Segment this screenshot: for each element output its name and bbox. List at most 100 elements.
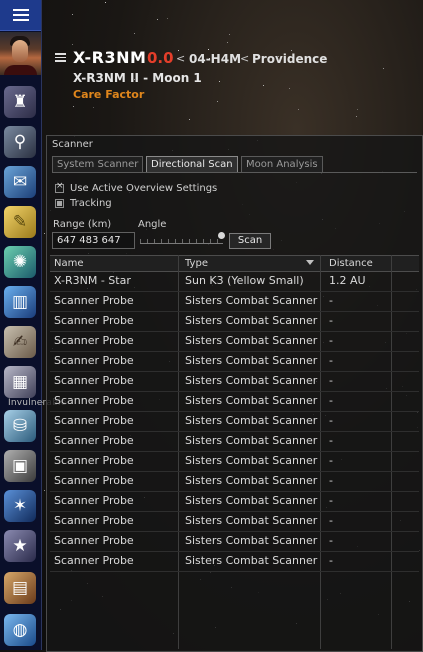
contracts-icon[interactable]: ✍ — [4, 326, 36, 358]
slider-tick — [217, 239, 218, 243]
table-row[interactable]: Scanner Probe Sisters Combat Scanner - — [50, 331, 419, 352]
column-header-name[interactable]: Name — [54, 258, 84, 269]
cell-name: Scanner Probe — [54, 294, 134, 307]
scan-button[interactable]: Scan — [229, 233, 271, 249]
mail-icon[interactable]: ✉ — [4, 166, 36, 198]
cell-type: Sisters Combat Scanner — [185, 334, 318, 347]
assets-icon[interactable]: ▦ — [4, 366, 36, 398]
cell-type: Sisters Combat Scanner — [185, 314, 318, 327]
neocom-sidebar: ♜ ⚲ ✉ ✎ ✺ ▥ ✍ ▦ Invulnerable ⛁ ▣ ✶ ★ ▤ ◍ — [0, 0, 66, 650]
cell-name: Scanner Probe — [54, 354, 134, 367]
corporation-icon[interactable]: ▥ — [4, 286, 36, 318]
table-row[interactable]: Scanner Probe Sisters Combat Scanner - — [50, 451, 419, 472]
browser-icon[interactable]: ◍ — [4, 614, 36, 646]
cell-type: Sisters Combat Scanner — [185, 414, 318, 427]
cell-type: Sisters Combat Scanner — [185, 294, 318, 307]
region-name[interactable]: Providence — [252, 52, 327, 66]
sort-descending-icon[interactable] — [306, 260, 314, 265]
neocom-menu-button[interactable] — [0, 0, 41, 31]
cell-name: Scanner Probe — [54, 374, 134, 387]
table-row[interactable]: Scanner Probe Sisters Combat Scanner - — [50, 371, 419, 392]
wallet-icon[interactable]: ⛁ — [4, 410, 36, 442]
scanner-window: Scanner System Scanner Directional Scan … — [46, 135, 423, 652]
cell-name: Scanner Probe — [54, 334, 134, 347]
table-row[interactable]: X-R3NM - Star Sun K3 (Yellow Small) 1.2 AU — [50, 271, 419, 292]
cell-distance: - — [329, 554, 333, 567]
angle-slider[interactable] — [140, 232, 225, 244]
table-row[interactable]: Scanner Probe Sisters Combat Scanner - — [50, 551, 419, 572]
table-row[interactable]: Scanner Probe Sisters Combat Scanner - — [50, 351, 419, 372]
table-row[interactable]: Scanner Probe Sisters Combat Scanner - — [50, 491, 419, 512]
fleet-icon[interactable]: ✶ — [4, 490, 36, 522]
slider-tick — [154, 239, 155, 243]
column-header-type[interactable]: Type — [185, 258, 208, 269]
cell-type: Sisters Combat Scanner — [185, 354, 318, 367]
cell-name: Scanner Probe — [54, 534, 134, 547]
slider-tick — [140, 239, 141, 243]
constellation-name[interactable]: 04-H4M — [189, 52, 241, 66]
industry-icon[interactable]: ▣ — [4, 450, 36, 482]
tab-system-scanner[interactable]: System Scanner — [52, 156, 144, 173]
cell-distance: - — [329, 374, 333, 387]
cell-name: Scanner Probe — [54, 394, 134, 407]
cell-distance: - — [329, 314, 333, 327]
cell-name: Scanner Probe — [54, 554, 134, 567]
table-row[interactable]: Scanner Probe Sisters Combat Scanner - — [50, 411, 419, 432]
cell-distance: - — [329, 494, 333, 507]
table-row[interactable]: Scanner Probe Sisters Combat Scanner - — [50, 471, 419, 492]
slider-handle[interactable] — [218, 232, 225, 239]
use-overview-label: Use Active Overview Settings — [70, 183, 218, 194]
cell-distance: 1.2 AU — [329, 274, 366, 287]
slider-tick — [168, 239, 169, 243]
results-table: Name Type Distance X-R3NM - Star Sun K3 (… — [50, 255, 419, 649]
cell-distance: - — [329, 454, 333, 467]
cell-distance: - — [329, 434, 333, 447]
character-sheet-icon[interactable]: ♜ — [4, 86, 36, 118]
table-row[interactable]: Scanner Probe Sisters Combat Scanner - — [50, 511, 419, 532]
use-overview-checkbox[interactable]: Use Active Overview Settings — [55, 181, 218, 194]
tracking-checkbox[interactable]: Tracking — [55, 198, 112, 209]
breadcrumb-separator: < — [240, 52, 250, 65]
table-row[interactable]: Scanner Probe Sisters Combat Scanner - — [50, 531, 419, 552]
people-places-icon[interactable]: ⚲ — [4, 126, 36, 158]
cell-type: Sisters Combat Scanner — [185, 474, 318, 487]
cell-distance: - — [329, 394, 333, 407]
slider-tick — [147, 239, 148, 243]
tab-moon-analysis[interactable]: Moon Analysis — [241, 156, 323, 173]
cell-distance: - — [329, 534, 333, 547]
table-row[interactable]: Scanner Probe Sisters Combat Scanner - — [50, 431, 419, 452]
tab-directional-scan[interactable]: Directional Scan — [146, 156, 238, 173]
cell-type: Sisters Combat Scanner — [185, 534, 318, 547]
checkbox-icon — [55, 199, 64, 208]
cell-name: Scanner Probe — [54, 314, 134, 327]
cell-name: X-R3NM - Star — [54, 274, 131, 287]
sovereignty-owner[interactable]: Care Factor — [73, 88, 144, 101]
table-row[interactable]: Scanner Probe Sisters Combat Scanner - — [50, 291, 419, 312]
agency-icon[interactable]: ★ — [4, 530, 36, 562]
current-location[interactable]: X-R3NM II - Moon 1 — [73, 71, 202, 85]
cell-type: Sisters Combat Scanner — [185, 514, 318, 527]
system-name[interactable]: X-R3NM — [73, 48, 146, 67]
slider-tick — [203, 239, 204, 243]
map-icon[interactable]: ✺ — [4, 246, 36, 278]
cell-distance: - — [329, 294, 333, 307]
slider-tick — [210, 239, 211, 243]
journal-icon[interactable]: ▤ — [4, 572, 36, 604]
character-portrait[interactable] — [0, 32, 41, 75]
column-header-distance[interactable]: Distance — [329, 258, 373, 269]
cell-distance: - — [329, 514, 333, 527]
table-row[interactable]: Scanner Probe Sisters Combat Scanner - — [50, 391, 419, 412]
window-title: Scanner — [52, 139, 93, 150]
range-input[interactable] — [52, 232, 135, 249]
notepad-icon[interactable]: ✎ — [4, 206, 36, 238]
security-status: 0.0 — [147, 49, 174, 67]
cell-name: Scanner Probe — [54, 454, 134, 467]
cell-distance: - — [329, 414, 333, 427]
table-header: Name Type Distance — [50, 255, 419, 272]
slider-tick — [175, 239, 176, 243]
table-row[interactable]: Scanner Probe Sisters Combat Scanner - — [50, 311, 419, 332]
location-menu-icon[interactable] — [55, 53, 66, 62]
cell-name: Scanner Probe — [54, 414, 134, 427]
cell-name: Scanner Probe — [54, 514, 134, 527]
cell-distance: - — [329, 474, 333, 487]
